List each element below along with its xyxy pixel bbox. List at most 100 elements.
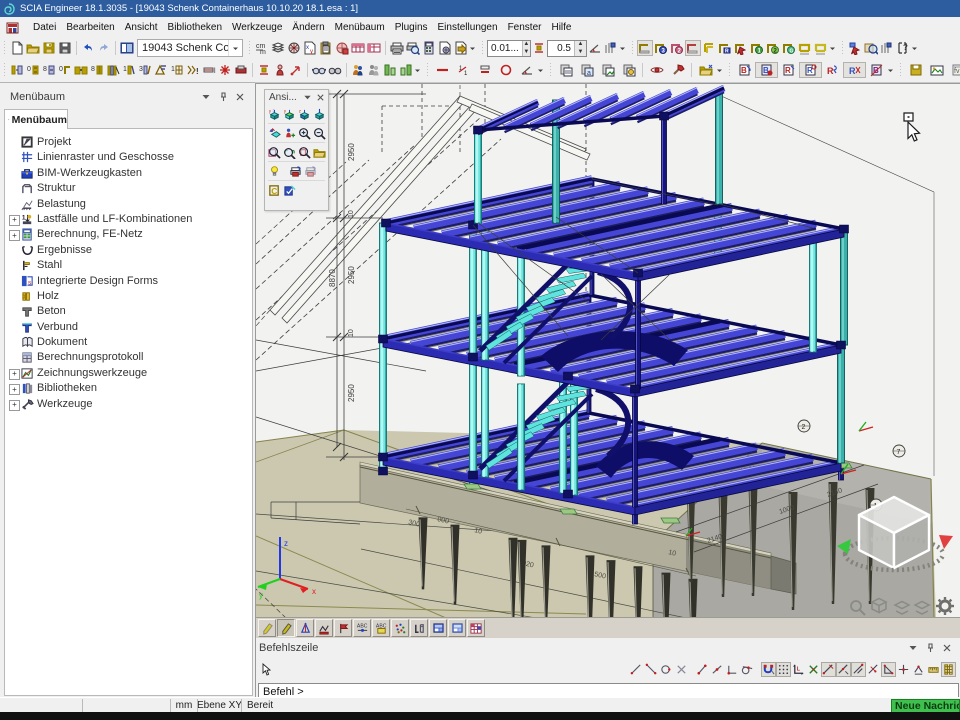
frame-i-icon[interactable]: 2 bbox=[765, 40, 781, 56]
doc-xy-icon[interactable]: xy bbox=[302, 40, 318, 56]
viewport-3d[interactable]: 2950108870295010295030000001010201050021… bbox=[255, 83, 960, 617]
angle-red-icon[interactable] bbox=[587, 40, 603, 56]
bd-b-icon[interactable]: B bbox=[755, 62, 778, 78]
axo-1-icon[interactable]: y¦ bbox=[267, 105, 282, 123]
green-col-b-icon[interactable] bbox=[398, 62, 414, 78]
close-icon[interactable] bbox=[235, 92, 245, 102]
beam-i-icon[interactable]: 3 bbox=[137, 62, 153, 78]
snap-perp-icon[interactable] bbox=[725, 662, 740, 677]
snap-mid-icon[interactable] bbox=[710, 662, 725, 677]
view-dir-icon[interactable] bbox=[267, 124, 282, 142]
tree-item-dokument[interactable]: Dokument bbox=[5, 335, 252, 350]
scale-spinner[interactable]: 0.5▲▼ bbox=[547, 40, 587, 57]
menu-bibliotheken[interactable]: Bibliotheken bbox=[163, 19, 227, 36]
snap-line1-icon[interactable] bbox=[629, 662, 644, 677]
sn-b-icon[interactable] bbox=[836, 662, 851, 677]
tree-item-holz[interactable]: Holz bbox=[5, 289, 252, 304]
table-red2-icon[interactable] bbox=[366, 40, 382, 56]
glasses-a-icon[interactable] bbox=[311, 62, 327, 78]
bd-f-icon[interactable]: R bbox=[843, 62, 866, 78]
paste-a-icon[interactable] bbox=[555, 62, 576, 78]
frame-k-icon[interactable] bbox=[797, 40, 813, 56]
zoom-in-icon[interactable] bbox=[297, 124, 312, 142]
flag-icon[interactable] bbox=[334, 619, 352, 637]
arrow-blue-red-icon[interactable] bbox=[847, 40, 863, 56]
folder-open-icon[interactable] bbox=[25, 40, 41, 56]
tree-item-werkzeuge[interactable]: +Werkzeuge bbox=[5, 397, 252, 412]
status-plane[interactable]: Ebene XY bbox=[198, 699, 242, 712]
green-col-a-icon[interactable] bbox=[382, 62, 398, 78]
zoom-sel-icon[interactable] bbox=[297, 143, 312, 161]
snap-end-icon[interactable] bbox=[695, 662, 710, 677]
tree-item-beton[interactable]: Beton bbox=[5, 304, 252, 319]
expand-icon[interactable]: + bbox=[9, 215, 20, 226]
ruler-dots-icon[interactable] bbox=[603, 40, 619, 56]
file-new-icon[interactable] bbox=[9, 40, 25, 56]
snap-line2-icon[interactable] bbox=[644, 662, 659, 677]
frame-c-icon[interactable]: 2 bbox=[669, 40, 685, 56]
window-panel-icon[interactable] bbox=[119, 40, 135, 56]
abc-dot-icon[interactable]: ABC bbox=[353, 619, 371, 637]
bracket-q-icon[interactable]: ? bbox=[895, 40, 911, 56]
frame-j-icon[interactable]: G bbox=[781, 40, 797, 56]
table-red-icon[interactable] bbox=[350, 40, 366, 56]
paste-b-icon[interactable]: a bbox=[576, 62, 597, 78]
plumb-icon[interactable] bbox=[296, 619, 314, 637]
expand-icon[interactable]: + bbox=[9, 230, 20, 241]
bd-g-icon[interactable]: B bbox=[866, 62, 887, 78]
frame-f-icon[interactable]: R bbox=[717, 40, 733, 56]
tree-item-berechnungsprotokoll[interactable]: Berechnungsprotokoll bbox=[5, 350, 252, 365]
bracket-red-icon[interactable] bbox=[474, 62, 495, 78]
close-icon[interactable] bbox=[942, 643, 952, 653]
beam-d-icon[interactable]: 0 bbox=[57, 62, 73, 78]
sn-f-icon[interactable] bbox=[896, 662, 911, 677]
frame-a-icon[interactable] bbox=[637, 40, 653, 56]
redo-icon[interactable] bbox=[96, 40, 112, 56]
dropdown-arrow-icon[interactable] bbox=[414, 62, 423, 78]
project-combo[interactable]: 19043 Schenk Con bbox=[137, 39, 243, 57]
line-red-icon[interactable] bbox=[432, 62, 453, 78]
menu-werkzeuge[interactable]: Werkzeuge bbox=[227, 19, 287, 36]
block-red-icon[interactable] bbox=[233, 62, 249, 78]
menu-ansicht[interactable]: Ansicht bbox=[120, 19, 163, 36]
beam-c-icon[interactable]: 8 bbox=[41, 62, 57, 78]
frame-e-icon[interactable] bbox=[701, 40, 717, 56]
menu-plugins[interactable]: Plugins bbox=[390, 19, 433, 36]
glasses-b-icon[interactable] bbox=[327, 62, 343, 78]
status-unit[interactable]: mm bbox=[171, 699, 198, 712]
menu-datei[interactable]: Datei bbox=[28, 19, 61, 36]
dropdown-arrow-icon[interactable] bbox=[829, 40, 838, 56]
dropdown-arrow-icon[interactable] bbox=[887, 62, 896, 78]
grid-red-icon[interactable] bbox=[467, 619, 485, 637]
layers-icon[interactable] bbox=[270, 40, 286, 56]
bd-a-icon[interactable]: B bbox=[734, 62, 755, 78]
sn-c-icon[interactable] bbox=[851, 662, 866, 677]
close-icon[interactable] bbox=[316, 93, 325, 102]
bd-c-icon[interactable]: R bbox=[778, 62, 799, 78]
ratio-red-icon[interactable]: 11 bbox=[453, 62, 474, 78]
pin-icon[interactable] bbox=[925, 643, 935, 653]
bd-d-icon[interactable]: R bbox=[799, 62, 822, 78]
frame-b-icon[interactable]: 3 bbox=[653, 40, 669, 56]
save-icon[interactable] bbox=[41, 40, 57, 56]
star-red-icon[interactable] bbox=[217, 62, 233, 78]
frame-g-icon[interactable] bbox=[733, 40, 749, 56]
cross-green-icon[interactable] bbox=[806, 662, 821, 677]
expand-icon[interactable]: + bbox=[9, 369, 20, 380]
precision-spinner[interactable]: 0.01...▲▼ bbox=[487, 40, 531, 57]
win-blue2-icon[interactable] bbox=[448, 619, 466, 637]
dropdown-arrow-icon[interactable] bbox=[619, 40, 628, 56]
print-red-icon[interactable] bbox=[288, 162, 303, 180]
magnifier-red-icon[interactable] bbox=[863, 40, 879, 56]
snap-x-icon[interactable] bbox=[674, 662, 689, 677]
tree-item-ergebnisse[interactable]: Ergebnisse bbox=[5, 243, 252, 258]
expand-icon[interactable]: + bbox=[9, 400, 20, 411]
menu-hilfe[interactable]: Hilfe bbox=[546, 19, 576, 36]
clip-c-icon[interactable]: C bbox=[267, 181, 282, 199]
menu-fenster[interactable]: Fenster bbox=[503, 19, 547, 36]
tree-item-verbund[interactable]: Verbund bbox=[5, 320, 252, 335]
folder-open-y-icon[interactable] bbox=[312, 143, 327, 161]
chevron-down-icon[interactable] bbox=[201, 92, 211, 102]
sn-a-icon[interactable] bbox=[821, 662, 836, 677]
pencil-dark-icon[interactable] bbox=[277, 619, 295, 637]
